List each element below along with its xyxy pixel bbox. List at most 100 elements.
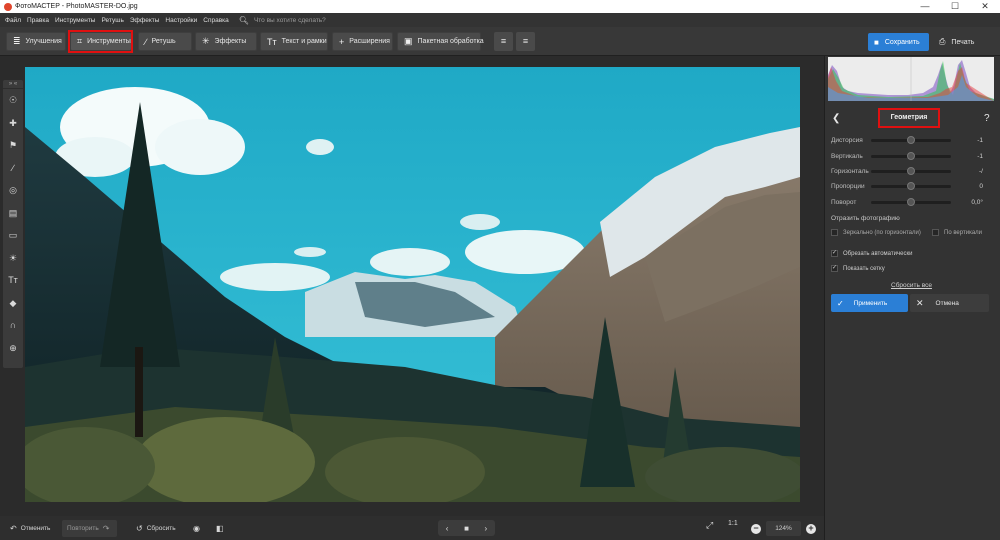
slider-vertical[interactable]: Вертикаль -1	[831, 150, 991, 162]
menu-search[interactable]: 🔍︎ Что вы хотите сделать?	[239, 16, 326, 25]
left-tool-strip: » « ☉ ✚ ⚑ ∕ ◎ ▤ ▭ ☀ Tт ◆ ∩ ⊕	[3, 80, 23, 368]
undo-label: Отменить	[20, 525, 51, 532]
checkmark-icon: ✓	[837, 298, 844, 308]
zoom-in-button[interactable]: +	[806, 524, 816, 534]
gradient-icon[interactable]: ▤	[3, 202, 23, 225]
tab-retouch[interactable]: ∕ Ретушь	[138, 32, 192, 51]
menu-file[interactable]: Файл	[5, 17, 21, 24]
checkbox-label: Зеркально (по горизонтали)	[843, 229, 921, 236]
list-add-icon: ≡	[500, 36, 507, 46]
fit-screen-icon: ⤢	[706, 520, 714, 530]
tab-label: Улучшения	[25, 38, 62, 45]
highlight-tools-tab	[68, 30, 133, 53]
histogram-graph	[828, 57, 994, 101]
slider-proportions[interactable]: Пропорции 0	[831, 180, 991, 192]
checkbox-checked[interactable]: ✓	[831, 250, 838, 257]
slider-value: -/	[979, 167, 983, 175]
fill-icon[interactable]: ◆	[3, 292, 23, 315]
tab-label: Ретушь	[151, 38, 176, 45]
slider-thumb[interactable]	[907, 167, 915, 175]
tab-extensions[interactable]: + Расширения	[332, 32, 393, 51]
brush-icon[interactable]: ∕	[3, 157, 23, 180]
save-button[interactable]: ■ Сохранить	[868, 33, 929, 51]
slider-thumb[interactable]	[907, 152, 915, 160]
cancel-button[interactable]: ✕ Отмена	[910, 294, 989, 312]
slider-thumb[interactable]	[907, 182, 915, 190]
plus-icon: +	[339, 36, 345, 47]
photo-navigation: ‹ ■ ›	[438, 520, 495, 536]
maximize-button[interactable]: ☐	[940, 0, 970, 13]
fit-to-screen-button[interactable]: ⤢	[706, 520, 713, 531]
redo-label: Повторить	[67, 525, 99, 532]
compare-button[interactable]: ◧	[216, 522, 228, 535]
brush-icon: ∕	[145, 36, 147, 47]
menu-settings[interactable]: Настройки	[165, 17, 197, 24]
tab-effects[interactable]: ✳ Эффекты	[195, 32, 257, 51]
menu-tools[interactable]: Инструменты	[55, 17, 96, 24]
text-icon[interactable]: Tт	[3, 269, 23, 292]
window-title: ФотоМАСТЕР - PhotoMASTER-DO.jpg	[15, 3, 138, 10]
folder-icon[interactable]: ■	[464, 524, 469, 533]
zoom-1-1-button[interactable]: 1:1	[728, 520, 738, 527]
reset-all-link[interactable]: Сбросить все	[891, 282, 932, 289]
mirror-horizontal-checkbox[interactable]: Зеркально (по горизонтали)	[831, 229, 921, 236]
print-button[interactable]: ⎙ Печать	[933, 33, 993, 51]
menu-effects[interactable]: Эффекты	[130, 17, 160, 24]
close-button[interactable]: ✕	[970, 0, 1000, 13]
help-icon[interactable]: ?	[984, 113, 990, 124]
mirror-vertical-checkbox[interactable]: По вертикали	[932, 229, 982, 236]
minimize-button[interactable]: —	[910, 0, 940, 13]
magnet-icon[interactable]: ∩	[3, 314, 23, 337]
plus-icon: +	[806, 524, 816, 534]
next-arrow-icon[interactable]: ›	[485, 524, 488, 533]
tab-batch[interactable]: ▣ Пакетная обработка	[397, 32, 484, 51]
text-icon: Tт	[267, 36, 277, 47]
auto-crop-checkbox[interactable]: ✓ Обрезать автоматически	[831, 250, 912, 257]
slider-value: -1	[977, 152, 983, 160]
show-grid-checkbox[interactable]: ✓ Показать сетку	[831, 265, 885, 272]
checkbox-checked[interactable]: ✓	[831, 265, 838, 272]
tab-label: Текст и рамки	[281, 38, 327, 45]
tab-text-frames[interactable]: Tт Текст и рамки	[260, 32, 328, 51]
apply-button[interactable]: ✓ Применить	[831, 294, 908, 312]
checkbox[interactable]	[932, 229, 939, 236]
vignette-icon[interactable]: ▭	[3, 224, 23, 247]
light-icon[interactable]: ☀	[3, 247, 23, 270]
photo-canvas[interactable]	[25, 67, 800, 502]
menu-help[interactable]: Справка	[203, 17, 229, 24]
prev-arrow-icon[interactable]: ‹	[446, 524, 449, 533]
redo-button[interactable]: Повторить ↷	[67, 522, 113, 535]
globe-icon[interactable]: ⊕	[3, 337, 23, 360]
main-toolbar: ≣ Улучшения ⌗ Инструменты ∕ Ретушь ✳ Эфф…	[0, 27, 1000, 56]
slider-thumb[interactable]	[907, 136, 915, 144]
radial-icon[interactable]: ◎	[3, 179, 23, 202]
undo-button[interactable]: ↶ Отменить	[10, 522, 50, 535]
back-arrow-icon[interactable]: ❮	[832, 113, 840, 124]
stamp-icon[interactable]: ☉	[3, 89, 23, 112]
bandage-icon[interactable]: ✚	[3, 112, 23, 135]
slider-value: 0,0°	[971, 198, 983, 206]
zoom-out-button[interactable]: −	[751, 524, 761, 534]
add-to-batch-button[interactable]: ≡	[494, 32, 513, 51]
zoom-value[interactable]: 124%	[766, 521, 801, 536]
app-logo-icon	[4, 2, 12, 11]
minus-icon: −	[751, 524, 761, 534]
tab-enhancements[interactable]: ≣ Улучшения	[6, 32, 66, 51]
slider-rotation[interactable]: Поворот 0,0°	[831, 196, 991, 208]
reset-label: Сбросить	[146, 525, 176, 532]
clone-icon[interactable]: ⚑	[3, 134, 23, 157]
batch-icon: ▣	[404, 36, 413, 46]
window-controls: — ☐ ✕	[910, 0, 1000, 13]
checkbox[interactable]	[831, 229, 838, 236]
reset-button[interactable]: ↺ Сбросить	[136, 522, 176, 535]
batch-settings-button[interactable]: ≡	[516, 32, 535, 51]
menu-retouch[interactable]: Ретушь	[101, 17, 123, 24]
collapse-toggle[interactable]: » «	[3, 80, 23, 89]
menu-edit[interactable]: Правка	[27, 17, 49, 24]
slider-horizontal[interactable]: Горизонталь -/	[831, 165, 991, 177]
checkbox-label: По вертикали	[944, 229, 983, 236]
preview-eye-button[interactable]: ◉	[193, 522, 204, 535]
slider-distortion[interactable]: Дисторсия -1	[831, 134, 991, 146]
slider-thumb[interactable]	[907, 198, 915, 206]
zoom-ratio-label: 1:1	[728, 520, 738, 527]
